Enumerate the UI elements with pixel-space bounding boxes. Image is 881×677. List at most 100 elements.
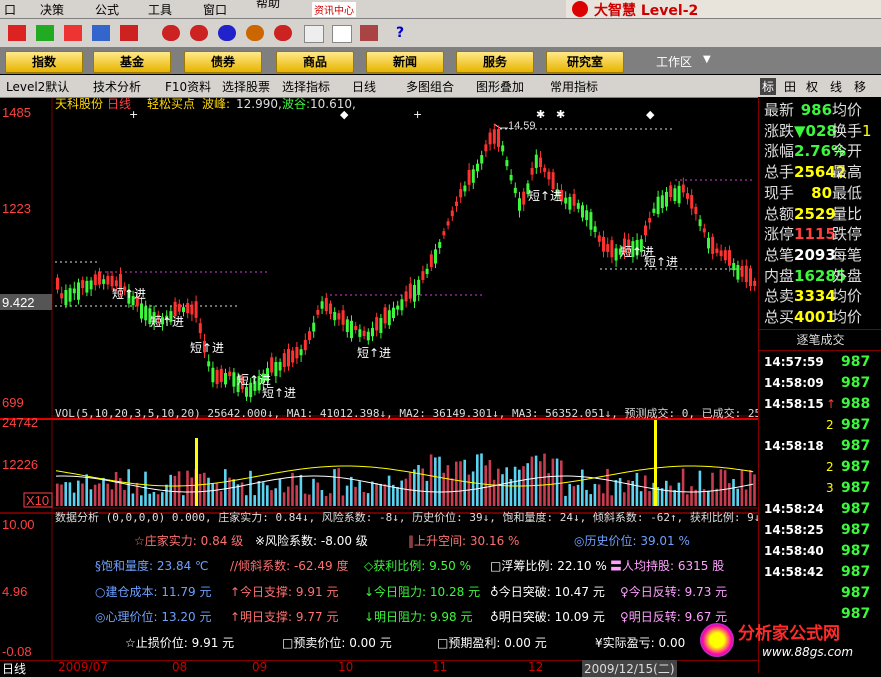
menu-item-help[interactable]: 帮助 [256,0,280,11]
help-icon[interactable]: ? [396,25,414,41]
candle-body [282,353,286,368]
period-label: 日线 [107,98,131,111]
candle-body [362,330,366,336]
buy-signal-label: 短↑进 [150,315,184,329]
candle-body [404,291,408,302]
alert-icon[interactable] [246,25,264,41]
workspace-label[interactable]: 工作区 [656,53,692,70]
exit-icon[interactable] [8,25,26,41]
menu-item-app[interactable]: 口 [4,1,16,18]
tab-select-indicator[interactable]: 选择指标 [282,78,330,95]
volume-bar [715,488,718,506]
volume-bar [723,470,727,506]
ticks-title[interactable]: 逐笔成交 [759,329,881,351]
volume-bar [308,494,311,506]
menu-info-tab[interactable]: 资讯中心 [312,2,356,17]
menu-item-decision[interactable]: 决策 [40,1,64,18]
menu-item-window[interactable]: 窗口 [203,1,227,18]
data-analysis-header: 数据分析 (0,0,0,0) 0.000, 庄家实力: 0.84↓, 风险系数:… [55,510,758,524]
candle-body [421,271,425,280]
marker-diamond-1: ◆ [340,108,349,121]
volume-bar [257,480,261,506]
bookmark-icon[interactable] [274,25,292,41]
menu-item-tools[interactable]: 工具 [148,1,172,18]
record-icon[interactable] [162,25,180,41]
grid-icon[interactable] [92,25,110,41]
date-label-5: 11 [432,660,448,674]
quote-row: 总卖3334均价 [764,286,862,307]
buy-signal-label: 短↑进 [237,373,271,387]
candle-body [392,307,395,319]
candle-body [614,248,618,261]
refresh-icon[interactable] [36,25,54,41]
candle-body [463,185,467,192]
volume-bar [753,474,756,506]
menu-item-formula[interactable]: 公式 [95,1,119,18]
info-item-3-0: ◎心理价位: 13.20 元 [95,610,212,624]
quote-value: 2529 [794,204,836,223]
candle-body [245,387,248,397]
tab-grid[interactable]: 田 [784,78,796,95]
quote-icon[interactable] [120,25,138,41]
candle-body [723,250,727,261]
volume-bar [471,471,475,506]
tab-multi-chart[interactable]: 多图组合 [406,78,454,95]
candle-body [207,361,211,367]
period-indicator[interactable]: 日线 [2,660,26,677]
nav-button-news[interactable]: 新闻 [366,51,444,73]
volume-bar [383,484,387,506]
candle-body [64,290,68,305]
nav-button-fund[interactable]: 基金 [93,51,171,73]
books-icon[interactable] [360,25,378,41]
candle-body [593,226,597,233]
tab-line[interactable]: 线 [830,78,842,95]
tab-select-stock[interactable]: 选择股票 [222,78,270,95]
tab-technical-analysis[interactable]: 技术分析 [93,78,141,95]
nav-button-commodity[interactable]: 商品 [276,51,354,73]
volume-bar [539,461,542,506]
nav-button-index[interactable]: 指数 [5,51,83,73]
info-item-2-0: ○建仓成本: 11.79 元 [95,585,212,599]
tab-f10[interactable]: F10资料 [165,78,211,95]
tab-overlay[interactable]: 图形叠加 [476,78,524,95]
volume-bar [362,491,366,506]
volume-bar [98,483,101,506]
volume-bar [123,489,126,506]
candle-body [534,154,538,168]
market-icon[interactable] [64,25,82,41]
candle-body [56,277,59,290]
tick-price: 988 [841,396,871,412]
nav-button-bond[interactable]: 债券 [184,51,262,73]
play-icon[interactable] [190,25,208,41]
print-icon[interactable] [304,25,324,43]
chevron-down-icon[interactable]: ▼ [703,54,713,66]
tick-row: 14:58:09 987 [764,373,881,393]
tab-move[interactable]: 移 [854,78,866,95]
kline-chart[interactable]: 1485 1223 9.422 699 天科股份 日线 轻松买点 波峰: 12.… [0,98,758,660]
tab-quote[interactable]: 标 [760,78,777,95]
nav-button-research[interactable]: 研究室 [546,51,624,73]
candle-body [446,221,450,226]
tab-daily[interactable]: 日线 [352,78,376,95]
volume-bar [219,491,223,506]
window-icon[interactable] [332,25,352,43]
wave-peak-value: 12.990, [236,98,282,111]
volume-bar [698,470,702,506]
candle-body [190,304,194,315]
data-tick-top: 10.00 [2,517,35,532]
candle-body [303,339,307,351]
tab-common-indicators[interactable]: 常用指标 [550,78,598,95]
volume-bar [114,471,118,506]
news-icon[interactable] [218,25,236,41]
data-tick-mid: 4.96 [2,584,27,599]
volume-bar [400,480,403,506]
candle-body [316,310,320,315]
volume-bar [728,483,731,506]
volume-bar [413,469,416,506]
volume-bar [669,485,672,506]
candle-body [408,283,412,299]
tab-rights[interactable]: 权 [806,78,818,95]
tab-level2-default[interactable]: Level2默认 [6,78,69,95]
tick-volume: ↑ [826,397,837,411]
nav-button-service[interactable]: 服务 [456,51,534,73]
